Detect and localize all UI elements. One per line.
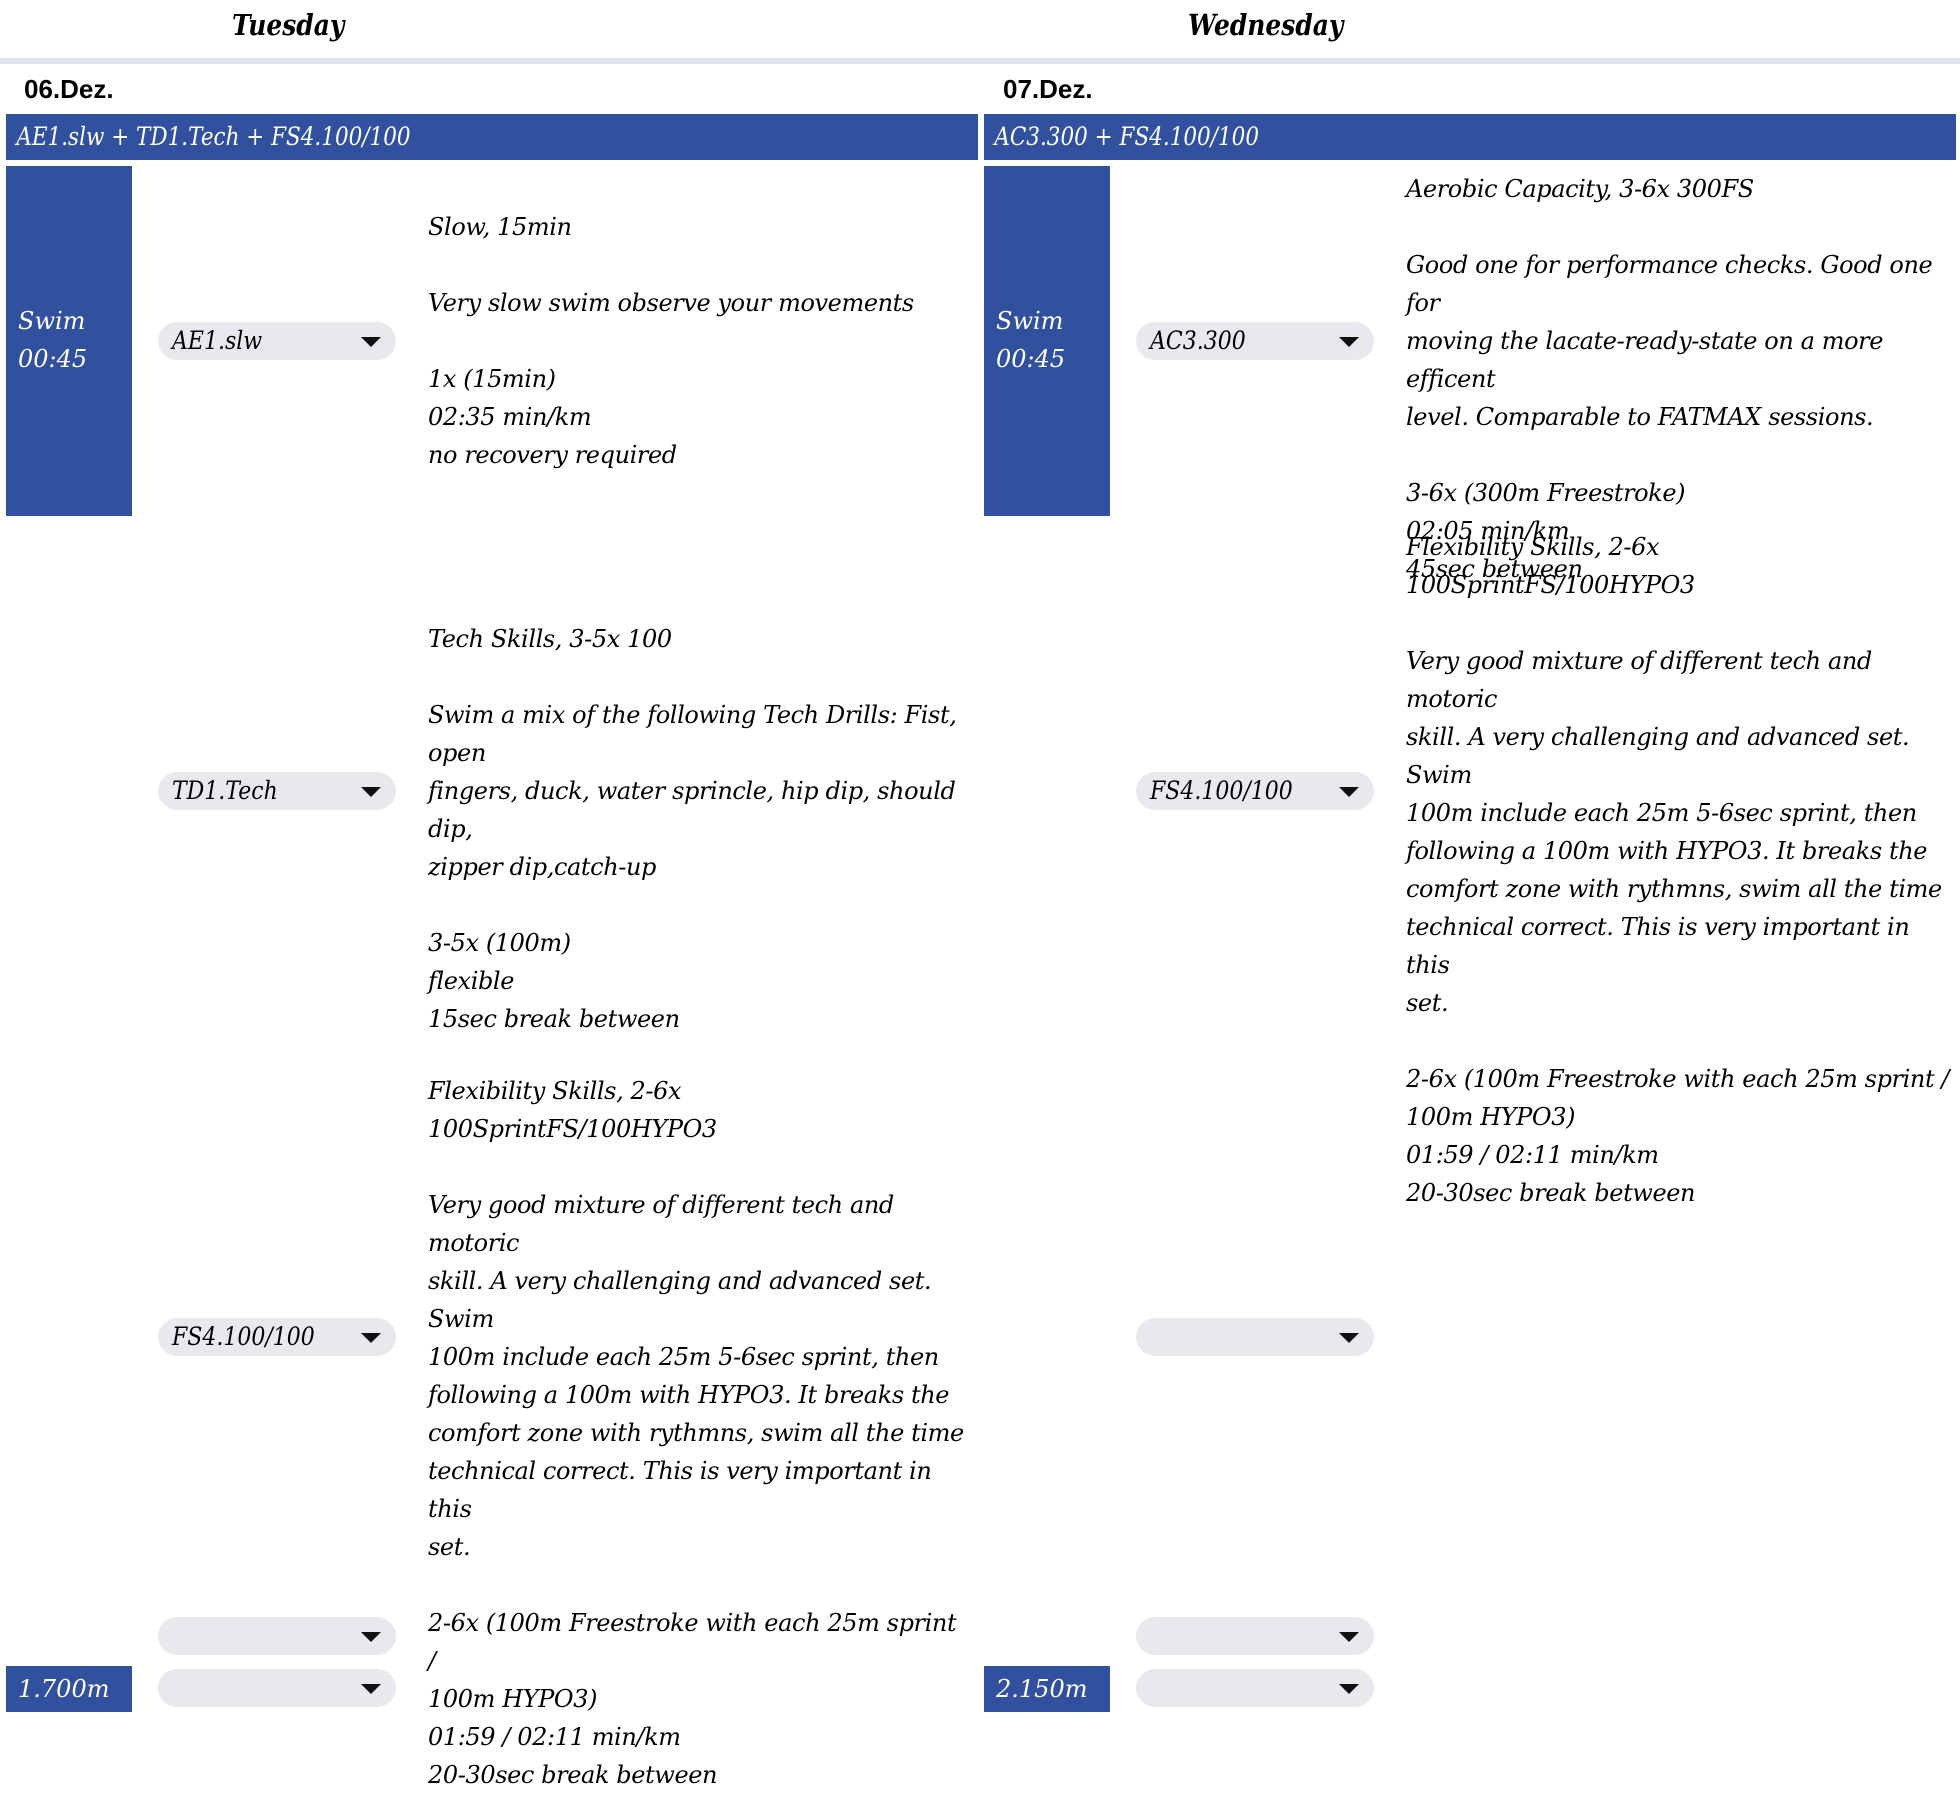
session-description-3: Flexibility Skills, 2-6x 100SprintFS/100… [428, 1077, 964, 1789]
chevron-down-icon [361, 1333, 381, 1343]
chevron-down-icon [1339, 787, 1359, 797]
weekday-heading-tuesday: Tuesday [232, 8, 345, 42]
session-description-1: Aerobic Capacity, 3-6x 300FS Good one fo… [1406, 175, 1933, 583]
session-select-2[interactable]: TD1.Tech [158, 772, 396, 810]
session-description-1: Slow, 15min Very slow swim observe your … [428, 213, 914, 469]
chevron-down-icon [1339, 1333, 1359, 1343]
swim-label: Swim [996, 307, 1064, 335]
session-select-value: FS4.100/100 [1150, 776, 1293, 805]
session-select-value: AC3.300 [1150, 326, 1246, 355]
chevron-down-icon [361, 1684, 381, 1694]
workout-title-tuesday: AE1.slw + TD1.Tech + FS4.100/100 [16, 122, 411, 151]
swim-label: Swim [18, 307, 86, 335]
session-select-value: TD1.Tech [172, 776, 278, 805]
session-select-3[interactable] [1136, 1318, 1374, 1356]
swim-duration: 00:45 [18, 345, 88, 373]
distance-total-wednesday: 2.150m [984, 1666, 1110, 1712]
distance-total-tuesday: 1.700m [6, 1666, 132, 1712]
workout-title-bar-wednesday[interactable]: AC3.300 + FS4.100/100 [984, 114, 1956, 160]
session-select-2[interactable]: FS4.100/100 [1136, 772, 1374, 810]
session-select-4[interactable] [158, 1617, 396, 1655]
weekday-heading-wednesday: Wednesday [1188, 8, 1344, 42]
session-description-2: Tech Skills, 3-5x 100 Swim a mix of the … [428, 625, 957, 1033]
session-select-1[interactable]: AE1.slw [158, 322, 396, 360]
session-select-4[interactable] [1136, 1617, 1374, 1655]
session-select-5[interactable] [1136, 1669, 1374, 1707]
swim-block-tuesday[interactable]: Swim 00:45 [6, 166, 132, 516]
chevron-down-icon [361, 787, 381, 797]
chevron-down-icon [361, 337, 381, 347]
swim-block-wednesday[interactable]: Swim 00:45 [984, 166, 1110, 516]
chevron-down-icon [361, 1632, 381, 1642]
distance-value: 2.150m [996, 1675, 1088, 1703]
distance-value: 1.700m [18, 1675, 110, 1703]
session-select-3[interactable]: FS4.100/100 [158, 1318, 396, 1356]
header-divider [0, 58, 1960, 64]
chevron-down-icon [1339, 337, 1359, 347]
chevron-down-icon [1339, 1684, 1359, 1694]
workout-title-bar-tuesday[interactable]: AE1.slw + TD1.Tech + FS4.100/100 [6, 114, 978, 160]
session-select-5[interactable] [158, 1669, 396, 1707]
session-select-1[interactable]: AC3.300 [1136, 322, 1374, 360]
workout-title-wednesday: AC3.300 + FS4.100/100 [994, 122, 1260, 151]
session-select-value: AE1.slw [172, 326, 263, 355]
date-label-tuesday: 06.Dez. [24, 74, 114, 104]
date-label-wednesday: 07.Dez. [1003, 74, 1093, 104]
chevron-down-icon [1339, 1632, 1359, 1642]
session-description-2: Flexibility Skills, 2-6x 100SprintFS/100… [1406, 533, 1950, 1207]
swim-duration: 00:45 [996, 345, 1066, 373]
session-select-value: FS4.100/100 [172, 1322, 315, 1351]
